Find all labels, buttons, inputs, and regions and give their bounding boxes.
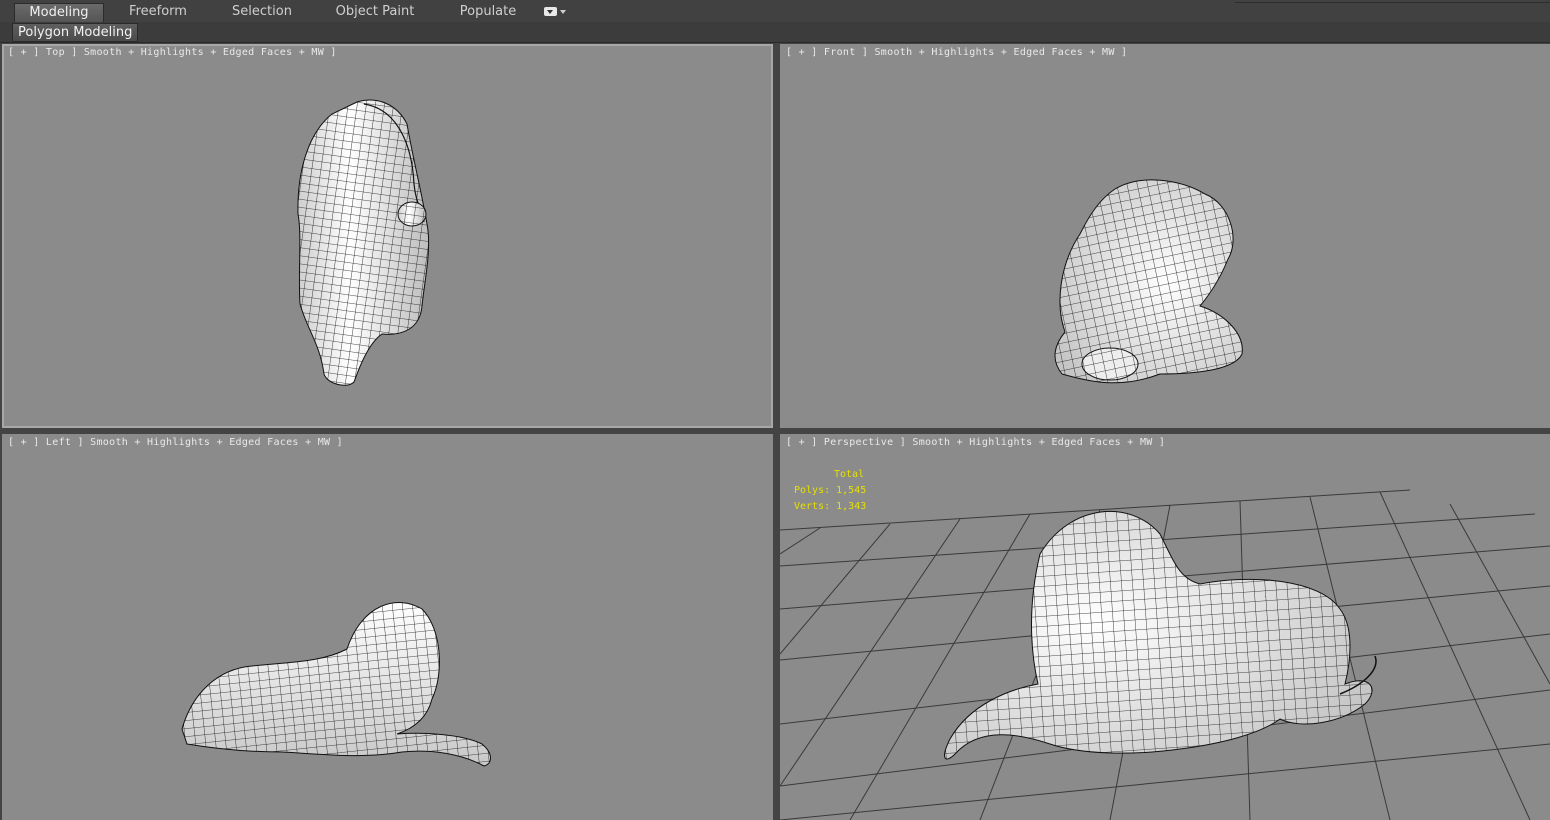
tab-populate[interactable]: Populate [448, 3, 528, 21]
perspective-view-scene [780, 489, 1550, 820]
tab-modeling[interactable]: Modeling [14, 3, 104, 22]
front-view-mesh [1054, 179, 1243, 384]
ribbon-divider [1235, 2, 1550, 3]
tab-freeform[interactable]: Freeform [118, 3, 198, 21]
lion-top-body [297, 99, 430, 386]
dropdown-icon [544, 7, 557, 16]
tab-object-paint[interactable]: Object Paint [330, 3, 420, 21]
viewport-top[interactable]: [ + ] Top ] Smooth + Highlights + Edged … [2, 44, 773, 428]
polygon-modeling-panel-button[interactable]: Polygon Modeling [12, 23, 139, 42]
lion-front-body [1054, 179, 1243, 384]
lion-left-body [181, 602, 491, 767]
ribbon-dropdown-button[interactable] [544, 6, 566, 18]
left-view-mesh [181, 602, 491, 767]
tab-selection[interactable]: Selection [222, 3, 302, 21]
app-window: Modeling Freeform Selection Object Paint… [0, 0, 1550, 820]
viewport-perspective[interactable]: [ + ] Perspective ] Smooth + Highlights … [780, 434, 1550, 820]
ribbon-tabs: Modeling Freeform Selection Object Paint… [0, 0, 1550, 23]
viewport-left[interactable]: [ + ] Left ] Smooth + Highlights + Edged… [2, 434, 773, 820]
top-view-mesh [297, 99, 430, 386]
chevron-down-icon [560, 10, 566, 14]
viewport-front[interactable]: [ + ] Front ] Smooth + Highlights + Edge… [780, 44, 1550, 428]
ribbon-panel-bar: Polygon Modeling [0, 22, 1550, 43]
